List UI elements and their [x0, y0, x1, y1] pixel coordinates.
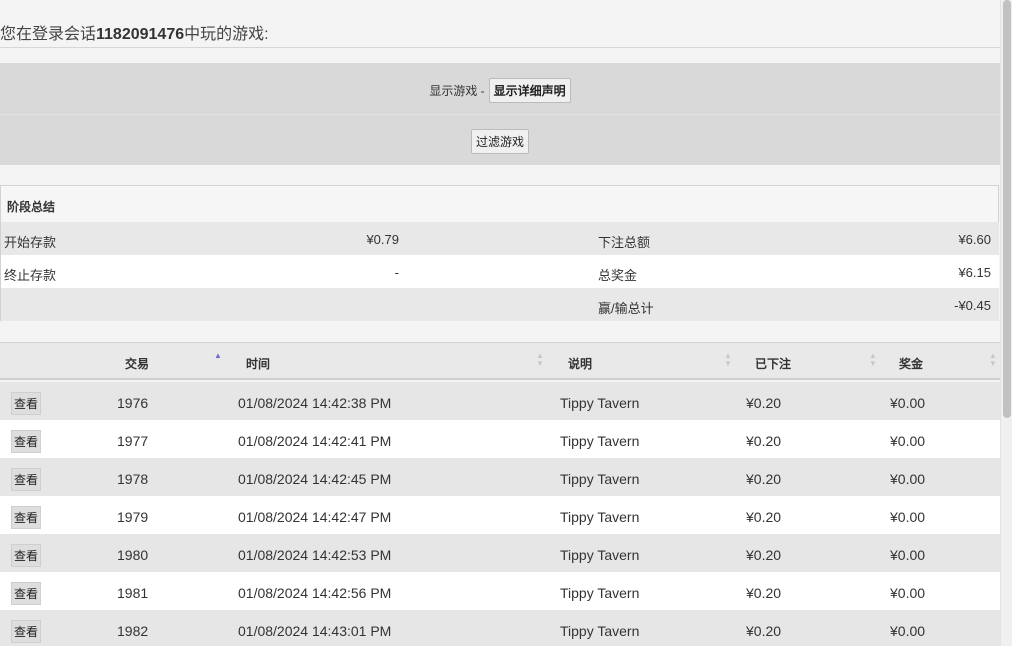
transaction-id: 1976 [117, 395, 149, 411]
transaction-id: 1978 [117, 471, 149, 487]
page: 您在登录会话1182091476中玩的游戏: 显示游戏 - 显示详细声明 过滤游… [0, 0, 1000, 646]
table-row: 查看 1978 01/08/2024 14:42:45 PM Tippy Tav… [0, 458, 1000, 496]
total-bet-value: ¥6.60 [958, 232, 991, 247]
table-row: 查看 1979 01/08/2024 14:42:47 PM Tippy Tav… [0, 496, 1000, 534]
column-prize[interactable]: 奖金 [899, 355, 923, 372]
column-time[interactable]: 时间 [246, 355, 270, 372]
show-games-label: 显示游戏 - [429, 83, 485, 98]
table-row: 查看 1980 01/08/2024 14:42:53 PM Tippy Tav… [0, 534, 1000, 572]
row-prize: ¥0.00 [890, 585, 926, 601]
transaction-id: 1982 [117, 623, 149, 639]
table-row: 查看 1982 01/08/2024 14:43:01 PM Tippy Tav… [0, 610, 1000, 646]
show-details-button[interactable]: 显示详细声明 [488, 77, 571, 103]
summary-row: 开始存款 ¥0.79 下注总额 ¥6.60 [1, 222, 999, 255]
win-loss-value: -¥0.45 [954, 298, 991, 313]
row-bet: ¥0.20 [746, 623, 782, 639]
column-transaction[interactable]: 交易 [125, 355, 149, 372]
sort-both-icon[interactable]: ▲ ▼ [536, 352, 544, 368]
row-description: Tippy Tavern [560, 623, 640, 639]
total-prize-value: ¥6.15 [958, 265, 991, 280]
row-bet: ¥0.20 [746, 433, 782, 449]
summary-title: 阶段总结 [7, 200, 56, 214]
page-heading: 您在登录会话1182091476中玩的游戏: [0, 20, 269, 44]
row-time: 01/08/2024 14:43:01 PM [238, 623, 392, 639]
row-description: Tippy Tavern [560, 585, 640, 601]
row-bet: ¥0.20 [746, 471, 782, 487]
row-bet: ¥0.20 [746, 585, 782, 601]
end-balance-label: 终止存款 [4, 268, 57, 283]
row-prize: ¥0.00 [890, 623, 926, 639]
view-button[interactable]: 查看 [11, 582, 42, 605]
vertical-scrollbar[interactable] [1000, 0, 1012, 646]
row-bet: ¥0.20 [746, 547, 782, 563]
row-prize: ¥0.00 [890, 547, 926, 563]
start-balance-value: ¥0.79 [366, 232, 399, 247]
period-summary: 阶段总结 开始存款 ¥0.79 下注总额 ¥6.60 终止存款 - 总奖金 ¥6… [0, 185, 999, 321]
row-prize: ¥0.00 [890, 395, 926, 411]
heading-prefix: 您在登录会话 [0, 26, 97, 43]
transaction-id: 1980 [117, 547, 149, 563]
view-button[interactable]: 查看 [11, 430, 42, 453]
row-bet: ¥0.20 [746, 395, 782, 411]
sort-both-icon[interactable]: ▲ ▼ [724, 352, 732, 368]
filter-games-button[interactable]: 过滤游戏 [470, 128, 529, 154]
transaction-id: 1977 [117, 433, 149, 449]
end-balance-value: - [394, 265, 399, 280]
row-time: 01/08/2024 14:42:56 PM [238, 585, 392, 601]
summary-row: 赢/输总计 -¥0.45 [1, 288, 999, 321]
transaction-id: 1981 [117, 585, 149, 601]
table-header: 交易 ▲ 时间 ▲ ▼ 说明 ▲ ▼ 已下注 ▲ ▼ 奖金 ▲ ▼ [0, 342, 1000, 380]
row-time: 01/08/2024 14:42:41 PM [238, 433, 392, 449]
table-row: 查看 1977 01/08/2024 14:42:41 PM Tippy Tav… [0, 420, 1000, 458]
row-time: 01/08/2024 14:42:53 PM [238, 547, 392, 563]
row-description: Tippy Tavern [560, 433, 640, 449]
row-prize: ¥0.00 [890, 471, 926, 487]
table-row: 查看 1976 01/08/2024 14:42:38 PM Tippy Tav… [0, 382, 1000, 420]
table-row: 查看 1981 01/08/2024 14:42:56 PM Tippy Tav… [0, 572, 1000, 610]
row-description: Tippy Tavern [560, 509, 640, 525]
summary-row: 终止存款 - 总奖金 ¥6.15 [1, 255, 999, 288]
filter-divider [0, 114, 1000, 115]
column-bet[interactable]: 已下注 [755, 355, 791, 372]
total-prize-label: 总奖金 [598, 268, 638, 283]
transaction-id: 1979 [117, 509, 149, 525]
row-time: 01/08/2024 14:42:38 PM [238, 395, 392, 411]
row-description: Tippy Tavern [560, 547, 640, 563]
sort-ascending-icon[interactable]: ▲ [214, 352, 222, 360]
sort-both-icon[interactable]: ▲ ▼ [869, 352, 877, 368]
start-balance-label: 开始存款 [4, 235, 57, 250]
view-button[interactable]: 查看 [11, 468, 42, 491]
row-bet: ¥0.20 [746, 509, 782, 525]
session-id: 1182091476 [96, 26, 185, 43]
win-loss-label: 赢/输总计 [598, 301, 654, 316]
row-prize: ¥0.00 [890, 509, 926, 525]
row-description: Tippy Tavern [560, 395, 640, 411]
heading-suffix: 中玩的游戏: [184, 26, 269, 43]
view-button[interactable]: 查看 [11, 506, 42, 529]
filter-panel: 显示游戏 - 显示详细声明 过滤游戏 [0, 63, 1000, 165]
row-prize: ¥0.00 [890, 433, 926, 449]
divider [0, 47, 1000, 48]
row-time: 01/08/2024 14:42:45 PM [238, 471, 392, 487]
column-description[interactable]: 说明 [568, 355, 592, 372]
view-button[interactable]: 查看 [11, 392, 42, 415]
view-button[interactable]: 查看 [11, 620, 42, 643]
scrollbar-thumb[interactable] [1003, 0, 1011, 418]
view-button[interactable]: 查看 [11, 544, 42, 567]
total-bet-label: 下注总额 [598, 235, 651, 250]
row-description: Tippy Tavern [560, 471, 640, 487]
sort-both-icon[interactable]: ▲ ▼ [989, 352, 997, 368]
row-time: 01/08/2024 14:42:47 PM [238, 509, 392, 525]
